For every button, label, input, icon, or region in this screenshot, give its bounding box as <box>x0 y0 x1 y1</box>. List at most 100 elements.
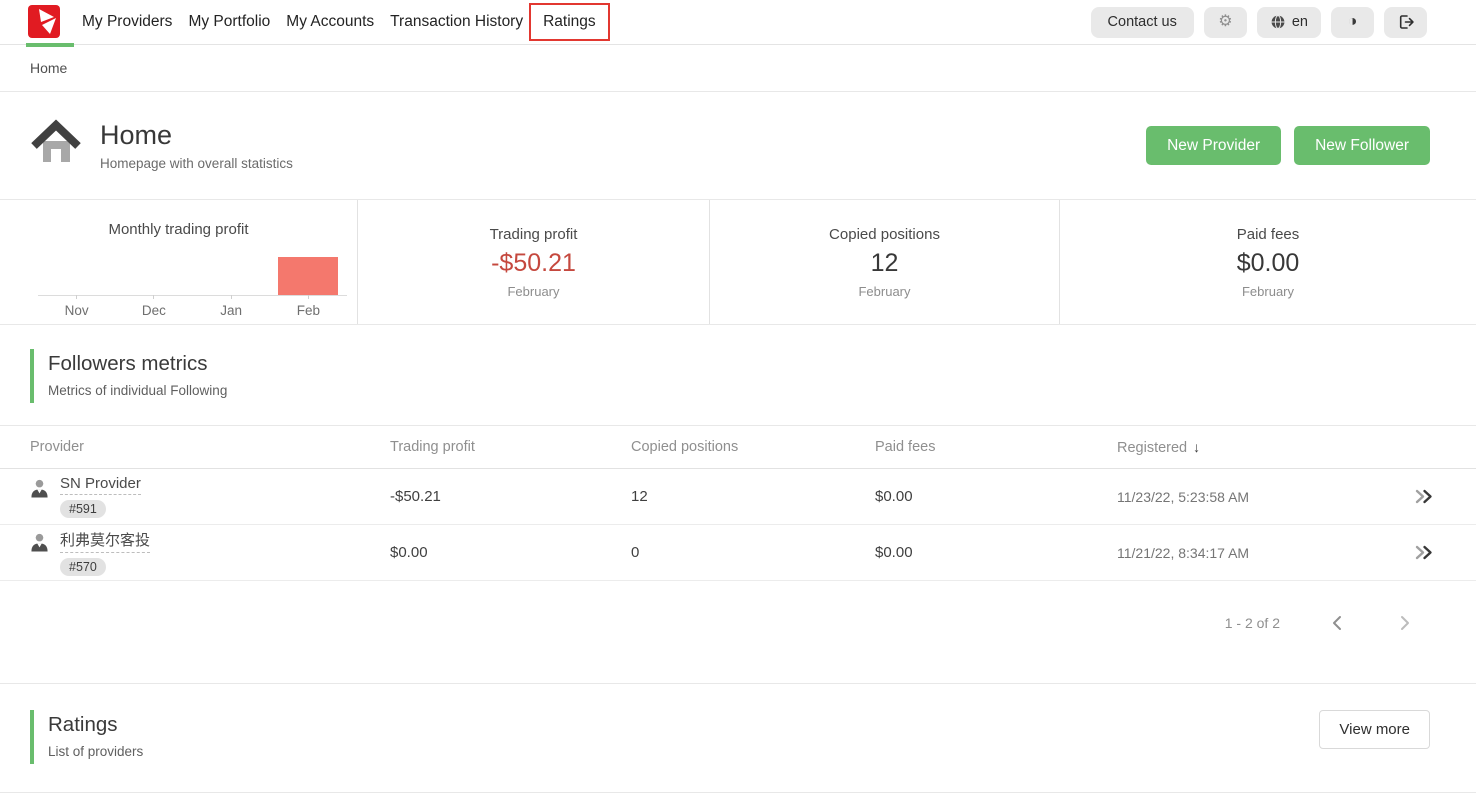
open-details-chevrons-icon[interactable] <box>1414 545 1446 560</box>
theme-contrast-button[interactable]: ◑ <box>1331 7 1374 38</box>
cell-trading-profit: -$50.21 <box>390 488 631 505</box>
mini-chart-labels: NovDecJanFeb <box>38 303 347 318</box>
chart-axis-tick <box>76 295 77 299</box>
main-menu: My Providers My Portfolio My Accounts Tr… <box>82 11 606 33</box>
page-subtitle: Homepage with overall statistics <box>100 156 293 171</box>
cell-registered: 11/21/22, 8:34:17 AM <box>1117 545 1362 561</box>
title-block: Home Homepage with overall statistics <box>100 120 293 171</box>
contrast-icon: ◑ <box>1348 14 1358 30</box>
nav-my-portfolio[interactable]: My Portfolio <box>188 13 270 31</box>
logout-icon <box>1397 13 1415 31</box>
table-row: 利弗莫尔客投 #570 $0.00 0 $0.00 11/21/22, 8:34… <box>0 525 1476 581</box>
stat-title: Copied positions <box>829 226 940 243</box>
pagination-range-label: 1 - 2 of 2 <box>1225 615 1280 631</box>
header-actions: New Provider New Follower <box>1146 126 1430 165</box>
provider-cell: SN Provider #591 <box>30 475 390 518</box>
chart-axis-tick <box>153 295 154 299</box>
page-title: Home <box>100 120 293 151</box>
stat-value: -$50.21 <box>491 249 576 278</box>
chart-tick-label: Jan <box>193 303 270 318</box>
cell-paid-fees: $0.00 <box>875 488 1117 505</box>
provider-info: SN Provider #591 <box>60 475 141 518</box>
logout-button[interactable] <box>1384 7 1427 38</box>
overall-statistics-strip: Monthly trading profit NovDecJanFeb Trad… <box>0 199 1476 325</box>
followers-metrics-section: Followers metrics Metrics of individual … <box>0 325 1476 635</box>
next-page-button[interactable] <box>1394 611 1416 635</box>
nav-transaction-history[interactable]: Transaction History <box>390 13 523 31</box>
open-details-chevrons-icon[interactable] <box>1414 489 1446 504</box>
stat-title: Trading profit <box>490 226 578 243</box>
breadcrumb[interactable]: Home <box>30 60 67 76</box>
globe-icon <box>1270 14 1286 30</box>
provider-name-link[interactable]: 利弗莫尔客投 <box>60 529 150 553</box>
contact-us-button[interactable]: Contact us <box>1091 7 1194 38</box>
provider-cell: 利弗莫尔客投 #570 <box>30 529 390 576</box>
cell-paid-fees: $0.00 <box>875 544 1117 561</box>
chart-bar <box>278 257 338 295</box>
section-title: Ratings <box>48 713 143 737</box>
trading-profit-card: Trading profit -$50.21 February <box>358 200 710 324</box>
nav-my-accounts[interactable]: My Accounts <box>286 13 374 31</box>
stat-value: 12 <box>871 249 899 278</box>
app-page: My Providers My Portfolio My Accounts Tr… <box>0 0 1476 780</box>
person-icon <box>30 532 49 552</box>
cell-copied-positions: 12 <box>631 488 875 505</box>
app-logo[interactable] <box>28 5 60 39</box>
cell-registered: 11/23/22, 5:23:58 AM <box>1117 489 1362 505</box>
cell-trading-profit: $0.00 <box>390 544 631 561</box>
col-provider[interactable]: Provider <box>30 439 390 455</box>
chart-tick-label: Nov <box>38 303 115 318</box>
copied-positions-card: Copied positions 12 February <box>710 200 1060 324</box>
table-row: SN Provider #591 -$50.21 12 $0.00 11/23/… <box>0 469 1476 525</box>
provider-id-badge: #591 <box>60 500 106 518</box>
pagination: 1 - 2 of 2 <box>0 611 1416 635</box>
followers-table-header: Provider Trading profit Copied positions… <box>0 426 1476 469</box>
stat-title: Paid fees <box>1237 226 1300 243</box>
gear-icon: ⚙ <box>1218 14 1232 30</box>
nav-my-providers[interactable]: My Providers <box>82 13 172 31</box>
stat-period: February <box>507 284 559 299</box>
chart-title: Monthly trading profit <box>0 221 357 238</box>
provider-info: 利弗莫尔客投 #570 <box>60 529 150 576</box>
nav-right-actions: Contact us ⚙ en ◑ <box>1091 7 1427 38</box>
person-icon <box>30 478 49 498</box>
page-header: Home Homepage with overall statistics Ne… <box>0 92 1476 199</box>
chart-axis-tick <box>231 295 232 299</box>
previous-page-button[interactable] <box>1326 611 1348 635</box>
nav-ratings-highlighted[interactable]: Ratings <box>529 3 610 41</box>
col-paid-fees[interactable]: Paid fees <box>875 439 1117 455</box>
chart-axis-tick <box>308 295 309 299</box>
col-registered-sorted[interactable]: Registered ↓ <box>1117 439 1362 456</box>
mini-bar-chart <box>38 240 347 296</box>
breadcrumb-bar: Home <box>0 45 1476 92</box>
col-registered-label: Registered <box>1117 440 1187 456</box>
home-icon <box>30 118 82 173</box>
top-navigation: My Providers My Portfolio My Accounts Tr… <box>0 0 1476 45</box>
stat-period: February <box>1242 284 1294 299</box>
section-subtitle: Metrics of individual Following <box>48 383 1476 398</box>
section-title: Followers metrics <box>48 352 1476 376</box>
settings-button[interactable]: ⚙ <box>1204 7 1247 38</box>
provider-name-link[interactable]: SN Provider <box>60 475 141 495</box>
ratings-header: Ratings List of providers <box>30 710 143 764</box>
language-selector[interactable]: en <box>1257 7 1321 38</box>
view-more-button[interactable]: View more <box>1319 710 1430 749</box>
new-follower-button[interactable]: New Follower <box>1294 126 1430 165</box>
ratings-section: Ratings List of providers View more <box>0 683 1476 764</box>
monthly-trading-profit-card: Monthly trading profit NovDecJanFeb <box>0 200 358 324</box>
col-copied-positions[interactable]: Copied positions <box>631 439 875 455</box>
section-subtitle: List of providers <box>48 744 143 759</box>
stat-value: $0.00 <box>1237 249 1300 278</box>
stat-period: February <box>858 284 910 299</box>
new-provider-button[interactable]: New Provider <box>1146 126 1281 165</box>
followers-metrics-header: Followers metrics Metrics of individual … <box>30 349 1476 403</box>
sort-descending-icon: ↓ <box>1193 439 1200 455</box>
active-nav-indicator <box>26 43 74 47</box>
language-code: en <box>1292 14 1308 30</box>
chart-tick-label: Feb <box>270 303 347 318</box>
paid-fees-card: Paid fees $0.00 February <box>1060 200 1476 324</box>
cell-copied-positions: 0 <box>631 544 875 561</box>
provider-id-badge: #570 <box>60 558 106 576</box>
chart-tick-label: Dec <box>115 303 192 318</box>
col-trading-profit[interactable]: Trading profit <box>390 439 631 455</box>
